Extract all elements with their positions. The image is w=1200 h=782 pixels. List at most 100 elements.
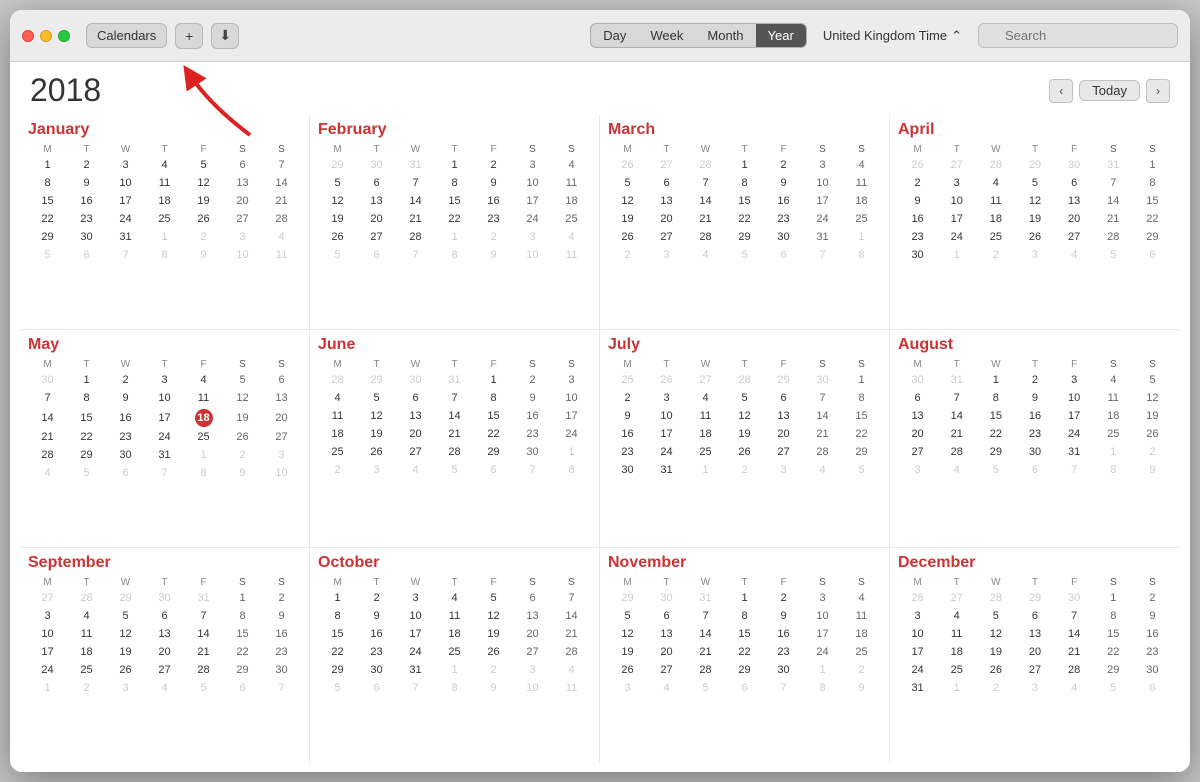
calendar-day[interactable]: 11 (552, 174, 591, 192)
calendar-day[interactable]: 24 (1055, 425, 1094, 443)
calendar-day[interactable]: 16 (1133, 625, 1172, 643)
calendar-day[interactable]: 29 (474, 443, 513, 461)
calendar-day[interactable]: 3 (513, 156, 552, 174)
calendar-day[interactable]: 19 (223, 407, 262, 428)
calendar-day[interactable]: 1 (1094, 443, 1133, 461)
calendar-day[interactable]: 27 (647, 228, 686, 246)
calendar-day[interactable]: 14 (686, 625, 725, 643)
calendar-day[interactable]: 4 (937, 607, 976, 625)
calendar-day[interactable]: 15 (725, 625, 764, 643)
calendar-day[interactable]: 27 (145, 661, 184, 679)
calendar-day[interactable]: 2 (67, 156, 106, 174)
calendar-day[interactable]: 4 (937, 461, 976, 479)
calendar-day[interactable]: 11 (145, 174, 184, 192)
calendar-day[interactable]: 18 (67, 643, 106, 661)
calendar-day[interactable]: 6 (1055, 174, 1094, 192)
calendar-day[interactable]: 5 (1015, 174, 1054, 192)
calendar-day[interactable]: 24 (898, 661, 937, 679)
calendar-day[interactable]: 24 (552, 425, 591, 443)
calendar-day[interactable]: 20 (262, 407, 301, 428)
calendar-day[interactable]: 15 (223, 625, 262, 643)
calendar-day[interactable]: 24 (937, 228, 976, 246)
calendar-day[interactable]: 11 (976, 192, 1015, 210)
calendar-day[interactable]: 25 (67, 661, 106, 679)
calendar-day[interactable]: 14 (1055, 625, 1094, 643)
calendar-day[interactable]: 5 (28, 246, 67, 264)
calendar-day[interactable]: 7 (396, 246, 435, 264)
calendar-day[interactable]: 23 (262, 643, 301, 661)
calendar-day[interactable]: 7 (262, 156, 301, 174)
calendar-day[interactable]: 2 (106, 371, 145, 389)
calendar-day[interactable]: 15 (28, 192, 67, 210)
calendar-day[interactable]: 24 (145, 428, 184, 446)
calendar-day[interactable]: 2 (608, 389, 647, 407)
calendar-day[interactable]: 5 (608, 607, 647, 625)
calendar-day[interactable]: 30 (1015, 443, 1054, 461)
calendar-day[interactable]: 28 (937, 443, 976, 461)
calendar-day[interactable]: 11 (552, 679, 591, 697)
calendar-day[interactable]: 26 (725, 443, 764, 461)
calendar-day[interactable]: 6 (764, 389, 803, 407)
calendar-day[interactable]: 20 (1055, 210, 1094, 228)
calendar-day[interactable]: 29 (28, 228, 67, 246)
download-button[interactable]: ⬇ (211, 23, 239, 49)
calendar-day[interactable]: 2 (898, 174, 937, 192)
calendar-day[interactable]: 4 (552, 228, 591, 246)
calendar-day[interactable]: 19 (184, 192, 223, 210)
calendar-day[interactable]: 9 (1015, 389, 1054, 407)
calendar-day[interactable]: 18 (937, 643, 976, 661)
calendar-day[interactable]: 27 (686, 371, 725, 389)
calendar-day[interactable]: 25 (686, 443, 725, 461)
calendar-day[interactable]: 27 (937, 589, 976, 607)
calendar-day[interactable]: 17 (803, 625, 842, 643)
calendar-day[interactable]: 6 (1133, 246, 1172, 264)
calendar-day[interactable]: 21 (552, 625, 591, 643)
calendar-day[interactable]: 26 (474, 643, 513, 661)
calendar-day[interactable]: 6 (647, 607, 686, 625)
calendar-day[interactable]: 1 (976, 371, 1015, 389)
calendar-day[interactable]: 15 (67, 407, 106, 428)
calendar-day[interactable]: 2 (184, 228, 223, 246)
calendar-day[interactable]: 14 (686, 192, 725, 210)
calendar-day[interactable]: 20 (513, 625, 552, 643)
calendar-day[interactable]: 26 (898, 589, 937, 607)
calendar-day[interactable]: 10 (898, 625, 937, 643)
calendar-day[interactable]: 3 (898, 461, 937, 479)
calendar-day[interactable]: 29 (976, 443, 1015, 461)
calendar-day[interactable]: 5 (686, 679, 725, 697)
maximize-button[interactable] (58, 30, 70, 42)
calendar-day[interactable]: 5 (1094, 679, 1133, 697)
calendar-day[interactable]: 15 (1094, 625, 1133, 643)
minimize-button[interactable] (40, 30, 52, 42)
calendar-day[interactable]: 27 (223, 210, 262, 228)
calendar-day[interactable]: 7 (686, 174, 725, 192)
calendar-day[interactable]: 31 (1094, 156, 1133, 174)
calendar-day[interactable]: 25 (842, 210, 881, 228)
calendar-day[interactable]: 11 (262, 246, 301, 264)
calendar-day[interactable]: 30 (262, 661, 301, 679)
calendar-day[interactable]: 4 (552, 661, 591, 679)
calendar-day[interactable]: 29 (764, 371, 803, 389)
calendar-day[interactable]: 11 (318, 407, 357, 425)
calendar-day[interactable]: 1 (145, 228, 184, 246)
calendar-day[interactable]: 25 (318, 443, 357, 461)
calendar-day[interactable]: 2 (357, 589, 396, 607)
calendar-day[interactable]: 31 (435, 371, 474, 389)
calendar-day[interactable]: 30 (608, 461, 647, 479)
calendar-day[interactable]: 29 (725, 661, 764, 679)
calendar-day[interactable]: 6 (764, 246, 803, 264)
calendar-day[interactable]: 1 (725, 589, 764, 607)
calendar-day[interactable]: 11 (842, 174, 881, 192)
calendar-day[interactable]: 16 (474, 192, 513, 210)
calendar-day[interactable]: 4 (842, 589, 881, 607)
calendar-day[interactable]: 8 (435, 246, 474, 264)
calendar-day[interactable]: 4 (396, 461, 435, 479)
calendar-day[interactable]: 28 (976, 589, 1015, 607)
calendar-day[interactable]: 5 (435, 461, 474, 479)
calendar-day[interactable]: 5 (976, 607, 1015, 625)
timezone-button[interactable]: United Kingdom Time ⌃ (815, 24, 970, 48)
calendar-day[interactable]: 30 (396, 371, 435, 389)
calendar-day[interactable]: 16 (764, 625, 803, 643)
calendar-day[interactable]: 11 (1094, 389, 1133, 407)
calendar-day[interactable]: 26 (647, 371, 686, 389)
